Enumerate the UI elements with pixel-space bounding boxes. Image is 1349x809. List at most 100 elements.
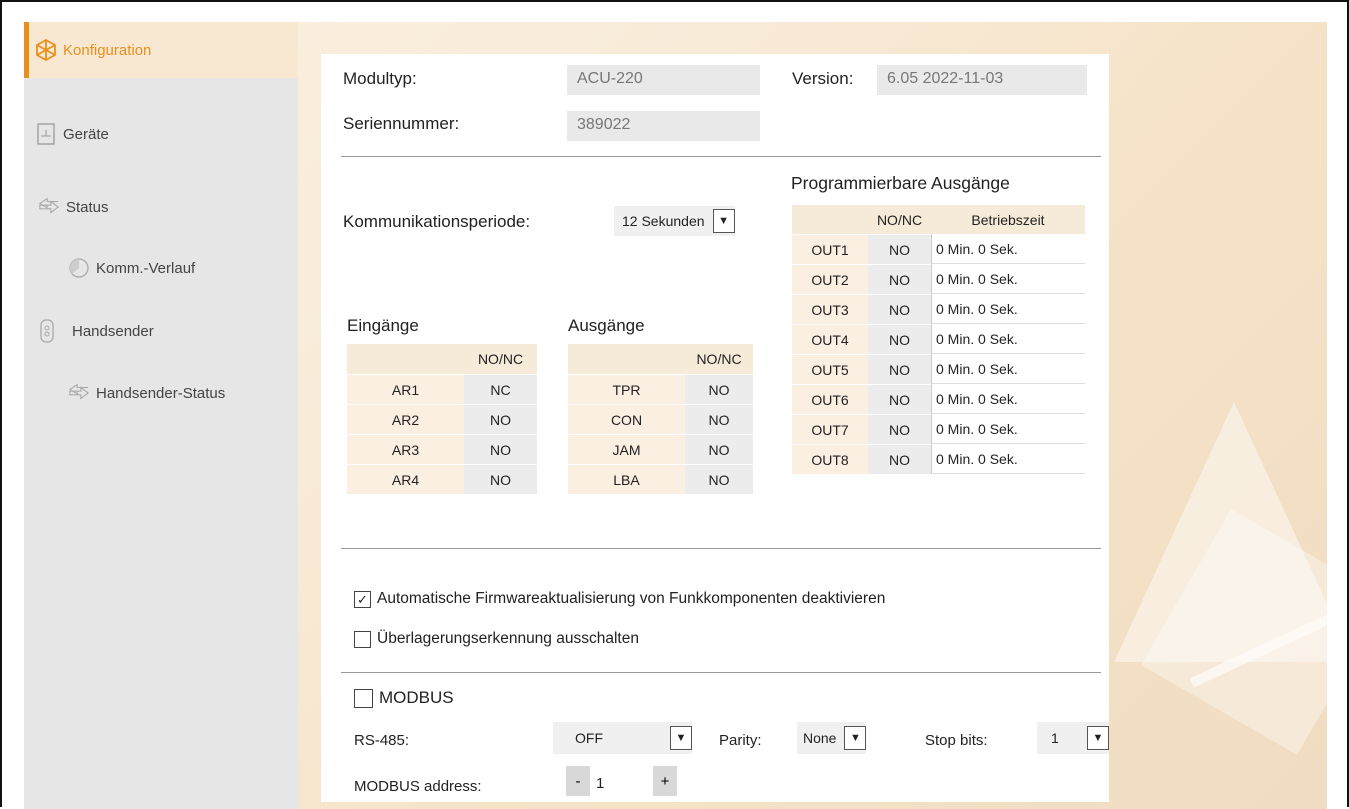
output-value[interactable]: NO	[685, 434, 753, 464]
comm-period-value: 12 Sekunden	[622, 213, 705, 229]
prog-output-time[interactable]: 0 Min. 0 Sek.	[931, 294, 1085, 324]
table-row: JAM NO	[568, 434, 753, 464]
sidebar-item-status[interactable]: Status	[24, 179, 298, 235]
prog-output-time[interactable]: 0 Min. 0 Sek.	[931, 234, 1085, 264]
inputs-title: Eingänge	[347, 316, 419, 335]
chevron-down-icon[interactable]: ▼	[844, 726, 867, 750]
stop-bits-label: Stop bits:	[925, 732, 988, 749]
table-row: AR2 NO	[347, 404, 537, 434]
table-row: OUT8 NO 0 Min. 0 Sek.	[792, 444, 1085, 474]
parity-select[interactable]: None ▼	[797, 722, 867, 754]
modbus-address-label: MODBUS address:	[354, 778, 482, 795]
input-value[interactable]: NO	[464, 464, 537, 494]
prog-output-time[interactable]: 0 Min. 0 Sek.	[931, 264, 1085, 294]
rs485-select[interactable]: OFF ▼	[553, 722, 692, 754]
firmware-update-label: Automatische Firmwareaktualisierung von …	[377, 590, 886, 607]
prog-output-value[interactable]: NO	[868, 324, 931, 354]
rs485-label: RS-485:	[354, 732, 410, 749]
sidebar-item-geraete[interactable]: Geräte	[24, 106, 298, 162]
prog-output-time[interactable]: 0 Min. 0 Sek.	[931, 444, 1085, 474]
sidebar-item-label: Status	[66, 198, 109, 216]
input-value[interactable]: NC	[464, 374, 537, 404]
status-arrows-icon	[68, 382, 90, 404]
prog-output-time[interactable]: 0 Min. 0 Sek.	[931, 414, 1085, 444]
inputs-header-nonc: NO/NC	[464, 344, 537, 374]
table-row: OUT7 NO 0 Min. 0 Sek.	[792, 414, 1085, 444]
checkbox-box[interactable]	[354, 630, 371, 648]
prog-output-value[interactable]: NO	[868, 354, 931, 384]
sidebar-item-komm-verlauf[interactable]: Komm.-Verlauf	[24, 240, 298, 296]
sidebar-item-konfiguration[interactable]: Konfiguration	[24, 22, 298, 78]
divider	[341, 548, 1101, 549]
increment-button[interactable]: +	[653, 766, 677, 796]
output-value[interactable]: NO	[685, 404, 753, 434]
sidebar-item-label: Handsender	[72, 322, 154, 340]
version-label: Version:	[792, 69, 854, 88]
outputs-header-nonc: NO/NC	[685, 344, 753, 374]
parity-label: Parity:	[719, 732, 762, 749]
prog-output-name: OUT7	[792, 414, 868, 444]
output-name: TPR	[568, 374, 685, 404]
input-name: AR4	[347, 464, 464, 494]
sidebar-item-handsender[interactable]: Handsender	[24, 303, 298, 359]
modbus-address-value[interactable]: 1	[596, 775, 604, 792]
rs485-value: OFF	[575, 730, 603, 746]
input-value[interactable]: NO	[464, 404, 537, 434]
table-row: OUT1 NO 0 Min. 0 Sek.	[792, 234, 1085, 264]
table-row: AR1 NC	[347, 374, 537, 404]
modbus-checkbox[interactable]: MODBUS	[354, 688, 454, 708]
outputs-title: Ausgänge	[568, 316, 645, 335]
inputs-table: NO/NC AR1 NC AR2 NO AR3 NO AR4 NO	[347, 344, 537, 494]
overlay-detection-checkbox[interactable]: Überlagerungserkennung ausschalten	[354, 630, 639, 648]
divider	[341, 672, 1101, 673]
prog-output-time[interactable]: 0 Min. 0 Sek.	[931, 384, 1085, 414]
checkbox-box[interactable]	[354, 688, 373, 708]
chevron-down-icon[interactable]: ▼	[1087, 726, 1109, 750]
serial-field: 389022	[567, 111, 760, 141]
version-field: 6.05 2022-11-03	[877, 65, 1087, 95]
device-icon	[35, 123, 57, 145]
firmware-update-checkbox[interactable]: ✓ Automatische Firmwareaktualisierung vo…	[354, 590, 885, 608]
table-row: OUT4 NO 0 Min. 0 Sek.	[792, 324, 1085, 354]
decrement-button[interactable]: -	[566, 766, 590, 796]
stop-bits-value: 1	[1051, 730, 1059, 746]
prog-output-value[interactable]: NO	[868, 294, 931, 324]
app-area: Konfiguration Geräte Status Komm.-Verlau…	[24, 22, 1327, 809]
chevron-down-icon[interactable]: ▼	[712, 209, 735, 233]
prog-outputs-table: NO/NC Betriebszeit OUT1 NO 0 Min. 0 Sek.…	[792, 205, 1085, 474]
prog-header-time: Betriebszeit	[931, 205, 1085, 234]
prog-output-name: OUT6	[792, 384, 868, 414]
output-name: LBA	[568, 464, 685, 494]
prog-output-name: OUT8	[792, 444, 868, 474]
table-row: OUT6 NO 0 Min. 0 Sek.	[792, 384, 1085, 414]
outputs-table: NO/NC TPR NO CON NO JAM NO LBA NO	[568, 344, 753, 494]
table-row: OUT5 NO 0 Min. 0 Sek.	[792, 354, 1085, 384]
prog-output-value[interactable]: NO	[868, 234, 931, 264]
prog-output-value[interactable]: NO	[868, 384, 931, 414]
input-value[interactable]: NO	[464, 434, 537, 464]
prog-output-value[interactable]: NO	[868, 264, 931, 294]
module-type-field: ACU-220	[567, 65, 760, 95]
prog-output-time[interactable]: 0 Min. 0 Sek.	[931, 324, 1085, 354]
stop-bits-select[interactable]: 1 ▼	[1037, 722, 1109, 754]
comm-period-select[interactable]: 12 Sekunden ▼	[614, 206, 735, 236]
table-row: OUT3 NO 0 Min. 0 Sek.	[792, 294, 1085, 324]
modbus-label: MODBUS	[379, 688, 454, 707]
chevron-down-icon[interactable]: ▼	[670, 726, 692, 750]
output-value[interactable]: NO	[685, 374, 753, 404]
overlay-detection-label: Überlagerungserkennung ausschalten	[377, 630, 639, 647]
prog-output-name: OUT5	[792, 354, 868, 384]
prog-header-nonc: NO/NC	[868, 205, 931, 234]
prog-output-time[interactable]: 0 Min. 0 Sek.	[931, 354, 1085, 384]
sidebar-item-handsender-status[interactable]: Handsender-Status	[24, 365, 298, 421]
prog-output-name: OUT1	[792, 234, 868, 264]
output-name: JAM	[568, 434, 685, 464]
sidebar-item-label: Komm.-Verlauf	[96, 259, 196, 277]
prog-output-value[interactable]: NO	[868, 444, 931, 474]
output-value[interactable]: NO	[685, 464, 753, 494]
table-row: AR4 NO	[347, 464, 537, 494]
checkbox-box[interactable]: ✓	[354, 590, 371, 608]
configuration-panel: Modultyp: ACU-220 Version: 6.05 2022-11-…	[321, 54, 1109, 802]
divider	[341, 156, 1101, 157]
prog-output-value[interactable]: NO	[868, 414, 931, 444]
